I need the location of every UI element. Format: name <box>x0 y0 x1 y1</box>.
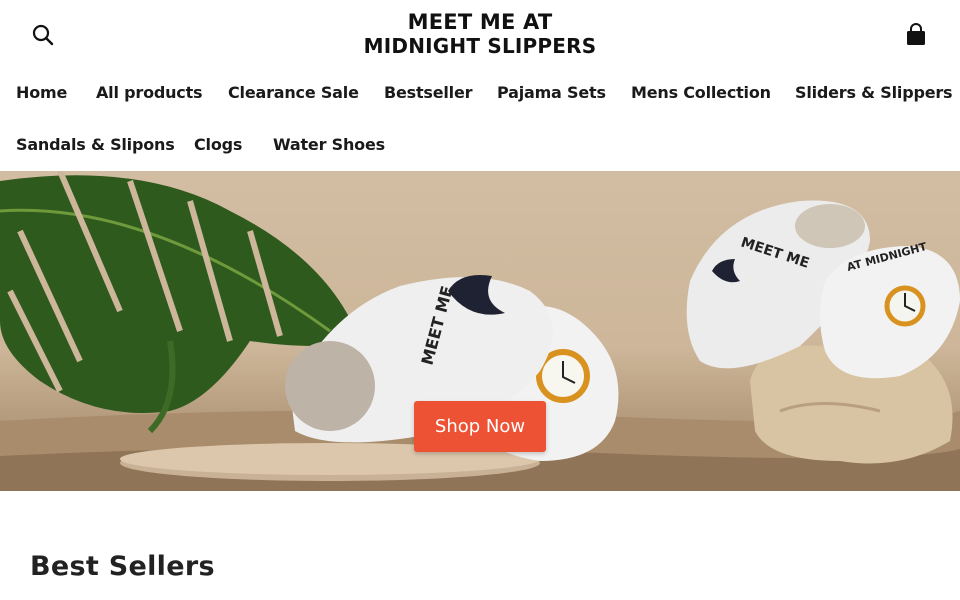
search-button[interactable] <box>30 22 56 48</box>
nav-item-mens-collection[interactable]: Mens Collection <box>631 83 771 102</box>
shop-now-button[interactable]: Shop Now <box>414 401 546 452</box>
nav-item-clogs[interactable]: Clogs <box>194 135 242 154</box>
logo-line-1: MEET ME AT <box>407 10 553 34</box>
best-sellers-heading: Best Sellers <box>30 551 215 582</box>
nav-item-home[interactable]: Home <box>16 83 67 102</box>
nav-item-bestseller[interactable]: Bestseller <box>384 83 473 102</box>
nav-item-sandals-slipons[interactable]: Sandals & Slipons <box>16 135 175 154</box>
logo-line-2: MIDNIGHT SLIPPERS <box>363 34 597 58</box>
nav-item-all-products[interactable]: All products <box>96 83 203 102</box>
nav-item-sliders-slippers[interactable]: Sliders & Slippers <box>795 83 953 102</box>
site-header: MEET ME AT MIDNIGHT SLIPPERS <box>0 0 960 70</box>
nav-item-water-shoes[interactable]: Water Shoes <box>273 135 385 154</box>
main-nav: Home All products Clearance Sale Bestsel… <box>0 70 960 171</box>
shopping-bag-icon <box>907 23 925 45</box>
site-logo[interactable]: MEET ME AT MIDNIGHT SLIPPERS <box>330 10 630 58</box>
cart-button[interactable] <box>904 22 928 48</box>
search-icon <box>32 24 54 46</box>
nav-item-pajama-sets[interactable]: Pajama Sets <box>497 83 606 102</box>
nav-item-clearance-sale[interactable]: Clearance Sale <box>228 83 359 102</box>
hero-banner[interactable]: MEET ME AT MIDNIGHT MEET ME Shop Now <box>0 171 960 491</box>
